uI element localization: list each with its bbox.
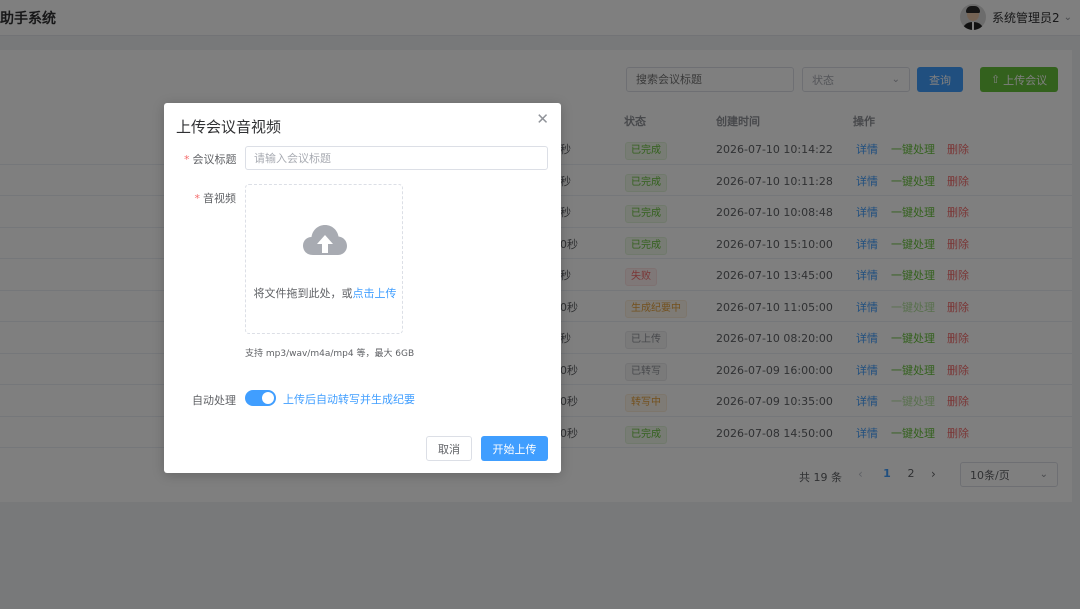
close-icon[interactable]: ✕ [536, 112, 549, 127]
auto-process-toggle[interactable] [245, 390, 276, 406]
auto-process-label: 自动处理 [192, 394, 236, 407]
upload-tip: 支持 mp3/wav/m4a/mp4 等，最大 6GB [245, 349, 415, 359]
meeting-title-label: * 会议标题 [184, 153, 237, 166]
auto-process-text: 上传后自动转写并生成纪要 [283, 393, 415, 406]
media-label: * 音视频 [194, 192, 237, 205]
file-dropzone[interactable]: 将文件拖到此处，或点击上传 [245, 184, 403, 334]
click-upload-link[interactable]: 点击上传 [353, 287, 397, 300]
cloud-upload-icon [303, 225, 347, 255]
cancel-button[interactable]: 取消 [426, 436, 472, 461]
start-upload-button[interactable]: 开始上传 [481, 436, 548, 461]
dropzone-text: 将文件拖到此处，或点击上传 [253, 287, 397, 300]
meeting-title-input[interactable] [245, 146, 548, 170]
dialog-title: 上传会议音视频 [176, 118, 282, 136]
upload-dialog: 上传会议音视频 ✕ *会议标题 *音视频 将文件拖到此处，或点击上传 支持 mp… [164, 103, 561, 473]
